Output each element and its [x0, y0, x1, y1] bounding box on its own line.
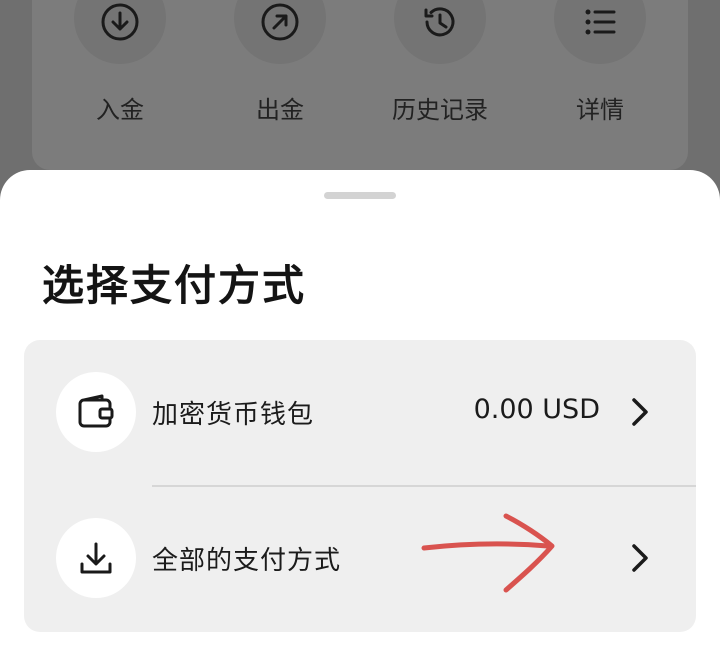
chevron-right-icon: [632, 544, 648, 572]
withdraw-icon: [261, 3, 299, 41]
wallet-balance: 0.00 USD: [473, 394, 600, 425]
option-label: 加密货币钱包: [152, 400, 315, 430]
chevron-right-icon: [632, 398, 648, 426]
wallet-icon: [78, 394, 114, 428]
sheet-title: 选择支付方式: [42, 261, 307, 310]
download-icon: [80, 542, 112, 574]
history-label: 历史记录: [392, 96, 488, 124]
withdraw-label: 出金: [256, 96, 304, 124]
payment-method-sheet: 选择支付方式 加密货币钱包 0.00 USD 全部的支付方式: [0, 170, 720, 650]
option-label: 全部的支付方式: [152, 546, 342, 576]
payment-options-list: 加密货币钱包 0.00 USD 全部的支付方式: [24, 340, 696, 632]
option-all-payment-methods[interactable]: 全部的支付方式: [24, 486, 696, 632]
option-crypto-wallet[interactable]: 加密货币钱包 0.00 USD: [24, 340, 696, 487]
deposit-icon: [101, 3, 139, 41]
deposit-label: 入金: [96, 96, 144, 124]
wallet-icon-circle: [56, 372, 136, 452]
red-annotation-arrow-icon: [421, 513, 555, 593]
details-label: 详情: [576, 96, 624, 124]
quick-actions-card: 入金 出金 历史记录 详情: [32, 0, 688, 170]
list-icon: [585, 9, 616, 35]
download-icon-circle: [56, 518, 136, 598]
sheet-drag-handle[interactable]: [324, 192, 396, 199]
history-clock-icon: [424, 7, 455, 37]
